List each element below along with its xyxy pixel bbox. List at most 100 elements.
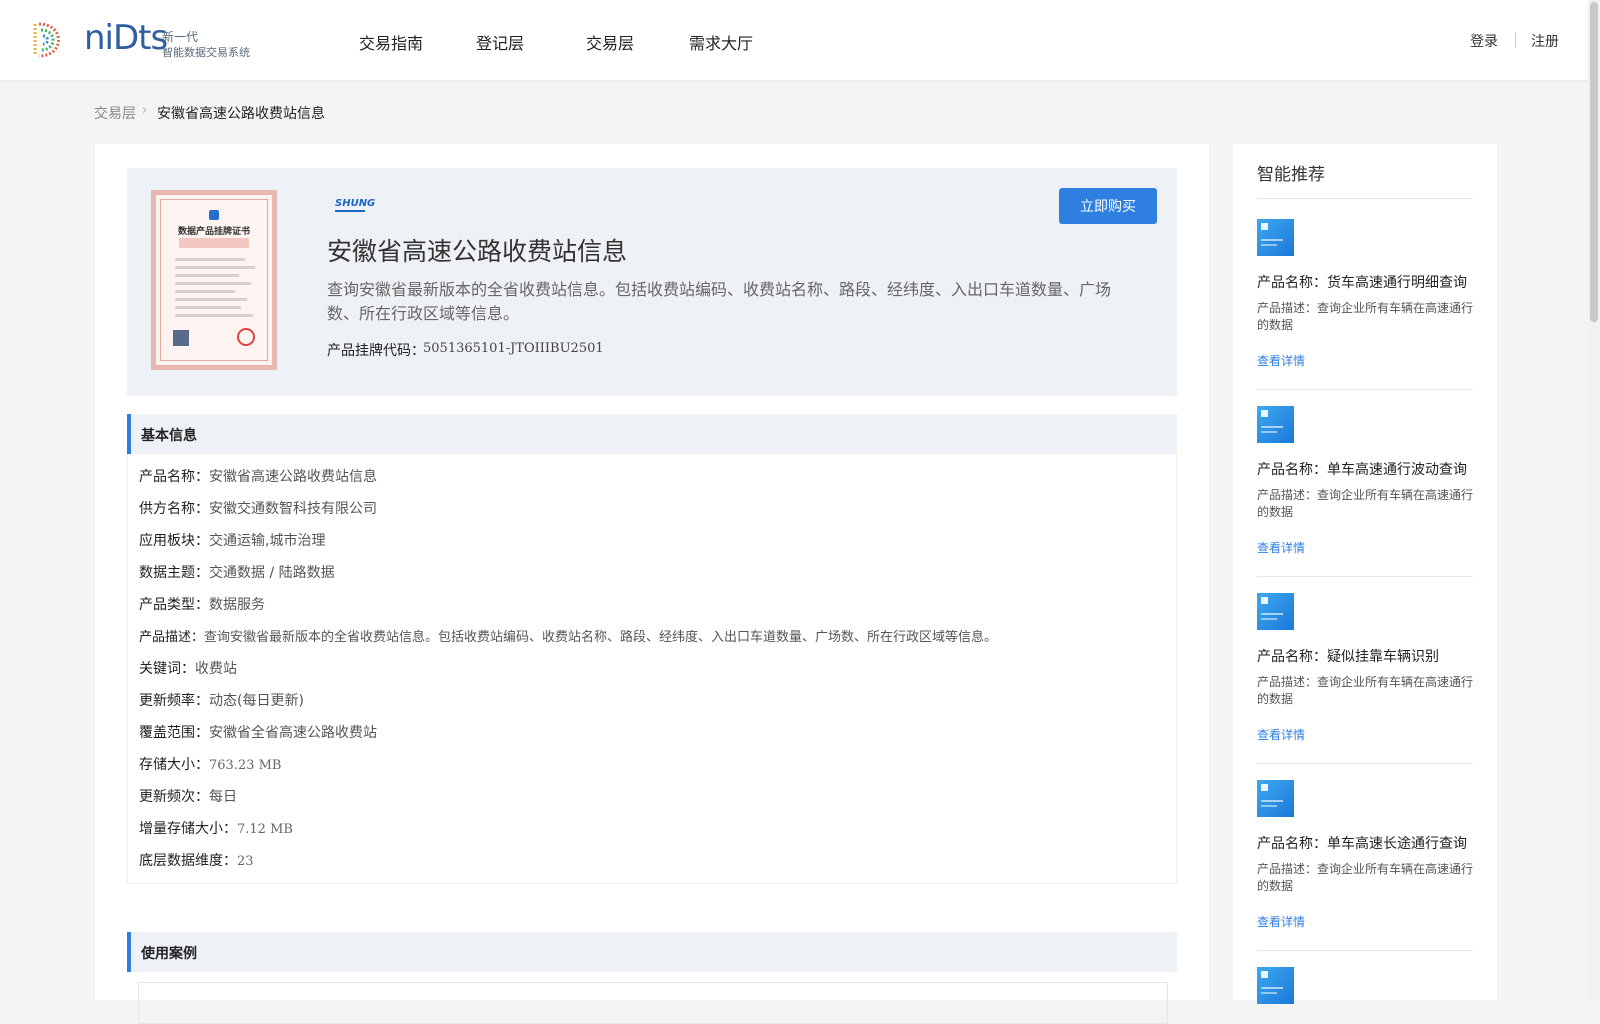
info-row-update-rate: 更新频率：动态(每日更新) xyxy=(139,690,304,710)
info-row-sector: 应用板块：交通运输,城市治理 xyxy=(139,530,325,550)
recommendation-name[interactable]: 产品名称：单车高速长途通行查询 xyxy=(1257,833,1467,853)
certificate-text-line xyxy=(175,282,251,285)
product-title: 安徽省高速公路收费站信息 xyxy=(327,237,628,266)
info-row-dimensions: 底层数据维度：23 xyxy=(139,850,254,870)
top-header: niDts 新一代 智能数据交易系统 交易指南 登记层 交易层 需求大厅 登录 … xyxy=(0,0,1600,80)
info-value: 安徽省全省高速公路收费站 xyxy=(209,725,377,741)
recommendation-desc: 产品描述：查询企业所有车辆在高速通行的数据 xyxy=(1257,675,1474,706)
info-value: 查询安徽省最新版本的全省收费站信息。包括收费站编码、收费站名称、路段、经纬度、入… xyxy=(204,630,998,645)
recommendation-item[interactable]: 产品名称：单车高速通行波动查询 产品描述：查询企业所有车辆在高速通行的数据 查看… xyxy=(1257,406,1473,592)
info-row-storage-size: 存储大小：763.23 MB xyxy=(139,754,281,774)
certificate-text-line xyxy=(175,274,239,277)
buy-now-button[interactable]: 立即购买 xyxy=(1059,188,1157,224)
certificate-image[interactable]: 数据产品挂牌证书 xyxy=(151,190,277,370)
info-key: 存储大小： xyxy=(139,757,209,773)
recommendation-desc: 产品描述：查询企业所有车辆在高速通行的数据 xyxy=(1257,862,1474,893)
scrollbar-thumb[interactable] xyxy=(1590,2,1598,322)
info-value: 数据服务 xyxy=(209,597,265,613)
info-value: 收费站 xyxy=(195,661,237,677)
recommendation-item[interactable]: 产品名称：疑似挂靠车辆识别 产品描述：查询企业所有车辆在高速通行的数据 查看详情 xyxy=(1257,593,1473,779)
chevron-right-icon: › xyxy=(142,103,148,118)
info-key: 供方名称： xyxy=(139,501,209,517)
certificate-title: 数据产品挂牌证书 xyxy=(177,227,250,237)
view-details-link[interactable]: 查看详情 xyxy=(1257,913,1305,930)
product-thumbnail[interactable] xyxy=(1257,593,1294,630)
info-key: 关键词： xyxy=(139,661,195,677)
info-key: 增量存储大小： xyxy=(139,821,237,837)
product-thumbnail[interactable] xyxy=(1257,780,1294,817)
divider xyxy=(1257,576,1473,577)
recommendation-item[interactable] xyxy=(1257,967,1473,1004)
recommendation-name[interactable]: 产品名称：疑似挂靠车辆识别 xyxy=(1257,646,1439,666)
page-scrollbar[interactable] xyxy=(1588,0,1600,1000)
info-key: 产品名称： xyxy=(139,469,209,485)
recommendation-item[interactable]: 产品名称：单车高速长途通行查询 产品描述：查询企业所有车辆在高速通行的数据 查看… xyxy=(1257,780,1473,966)
use-cases-content xyxy=(138,982,1168,1024)
recommendation-panel: 智能推荐 产品名称：货车高速通行明细查询 产品描述：查询企业所有车辆在高速通行的… xyxy=(1233,144,1497,1004)
info-value: 交通运输,城市治理 xyxy=(209,533,326,549)
certificate-logo-icon xyxy=(209,210,219,220)
brand-tagline-1: 新一代 xyxy=(162,30,199,44)
info-row-topic: 数据主题：交通数据 / 陆路数据 xyxy=(139,562,335,582)
divider xyxy=(1257,198,1473,199)
info-key: 数据主题： xyxy=(139,565,209,581)
view-details-link[interactable]: 查看详情 xyxy=(1257,726,1305,743)
nav-trading-layer[interactable]: 交易层 xyxy=(586,30,634,54)
info-row-supplier: 供方名称：安徽交通数智科技有限公司 xyxy=(139,498,377,518)
certificate-border: 数据产品挂牌证书 xyxy=(160,199,268,361)
product-detail-card: 数据产品挂牌证书 SHUNG 安徽省高速公路收费站信息 查询安徽省最新版本的全省… xyxy=(95,144,1209,1024)
info-key: 更新频率： xyxy=(139,693,209,709)
view-details-link[interactable]: 查看详情 xyxy=(1257,352,1305,369)
breadcrumb-root[interactable]: 交易层 xyxy=(94,103,136,123)
info-row-update-frequency: 更新频次：每日 xyxy=(139,786,237,806)
brand-tagline-2: 智能数据交易系统 xyxy=(162,46,250,59)
product-code-label: 产品挂牌代码： xyxy=(327,343,425,359)
use-cases-title: 使用案例 xyxy=(141,946,197,962)
certificate-text-line xyxy=(175,314,253,317)
nav-registration-layer[interactable]: 登记层 xyxy=(476,30,524,54)
register-link[interactable]: 注册 xyxy=(1531,31,1559,51)
info-row-description: 产品描述：查询安徽省最新版本的全省收费站信息。包括收费站编码、收费站名称、路段、… xyxy=(139,626,997,645)
divider xyxy=(1257,389,1473,390)
info-key: 底层数据维度： xyxy=(139,853,237,869)
certificate-banner xyxy=(179,238,249,248)
recommendation-item[interactable]: 产品名称：货车高速通行明细查询 产品描述：查询企业所有车辆在高速通行的数据 查看… xyxy=(1257,219,1473,405)
info-value: 23 xyxy=(237,854,254,869)
product-hero: 数据产品挂牌证书 SHUNG 安徽省高速公路收费站信息 查询安徽省最新版本的全省… xyxy=(127,168,1177,396)
nav-trade-guide[interactable]: 交易指南 xyxy=(359,30,423,54)
product-thumbnail[interactable] xyxy=(1257,406,1294,443)
divider xyxy=(1257,763,1473,764)
brand-wordmark[interactable]: niDts xyxy=(84,18,168,58)
info-row-coverage: 覆盖范围：安徽省全省高速公路收费站 xyxy=(139,722,377,742)
certificate-text-line xyxy=(175,258,245,261)
basic-info-title: 基本信息 xyxy=(141,428,197,444)
recommendation-desc: 产品描述：查询企业所有车辆在高速通行的数据 xyxy=(1257,488,1474,519)
provider-logo-text: SHUNG xyxy=(335,198,376,209)
recommendation-name[interactable]: 产品名称：货车高速通行明细查询 xyxy=(1257,272,1467,292)
login-link[interactable]: 登录 xyxy=(1470,31,1498,51)
info-key: 产品类型： xyxy=(139,597,209,613)
divider xyxy=(1257,950,1473,951)
basic-info-header: 基本信息 xyxy=(127,414,1177,454)
recommendation-title: 智能推荐 xyxy=(1257,165,1325,185)
recommendation-name[interactable]: 产品名称：单车高速通行波动查询 xyxy=(1257,459,1467,479)
info-row-keywords: 关键词：收费站 xyxy=(139,658,237,678)
info-key: 产品描述： xyxy=(139,630,205,645)
nav-demand-hall[interactable]: 需求大厅 xyxy=(689,30,753,54)
view-details-link[interactable]: 查看详情 xyxy=(1257,539,1305,556)
info-value: 交通数据 / 陆路数据 xyxy=(209,565,335,581)
product-code-value: 5051365101-JTOIIIBU2501 xyxy=(423,341,604,356)
recommendation-desc: 产品描述：查询企业所有车辆在高速通行的数据 xyxy=(1257,301,1474,332)
product-description: 查询安徽省最新版本的全省收费站信息。包括收费站编码、收费站名称、路段、经纬度、入… xyxy=(327,280,1112,323)
info-key: 覆盖范围： xyxy=(139,725,209,741)
brand-logo-icon[interactable] xyxy=(29,20,69,60)
use-cases-header: 使用案例 xyxy=(127,932,1177,972)
info-row-product-name: 产品名称：安徽省高速公路收费站信息 xyxy=(139,466,377,486)
product-thumbnail[interactable] xyxy=(1257,967,1294,1004)
basic-info-list: 产品名称：安徽省高速公路收费站信息 供方名称：安徽交通数智科技有限公司 应用板块… xyxy=(127,454,1177,884)
info-key: 应用板块： xyxy=(139,533,209,549)
product-thumbnail[interactable] xyxy=(1257,219,1294,256)
provider-logo-underline xyxy=(335,210,365,212)
qr-code-icon xyxy=(173,330,189,346)
info-value: 7.12 MB xyxy=(237,822,293,837)
